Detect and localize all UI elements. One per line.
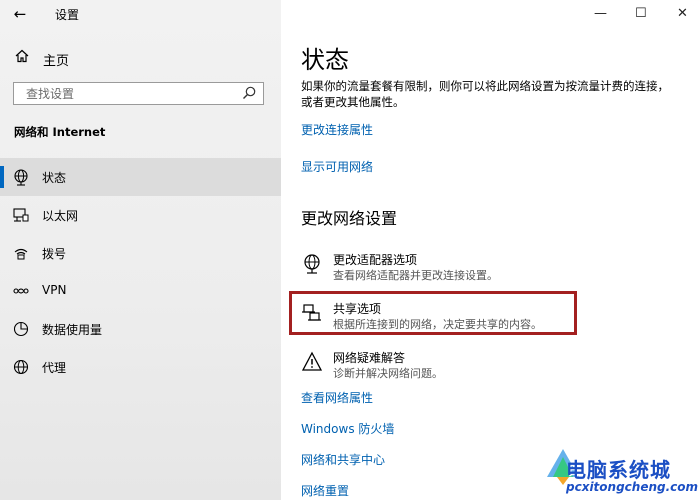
warning-icon xyxy=(301,351,323,371)
title-bar: ← 设置 xyxy=(0,0,281,28)
change-adapter-options[interactable]: 更改适配器选项 查看网络适配器并更改连接设置。 xyxy=(301,251,681,285)
sidebar-item-status[interactable]: 状态 xyxy=(0,158,281,196)
show-available-networks-link[interactable]: 显示可用网络 xyxy=(301,158,373,175)
network-troubleshooter[interactable]: 网络疑难解答 诊断并解决网络问题。 xyxy=(301,349,681,383)
back-arrow-icon: ← xyxy=(13,5,27,23)
windows-firewall-link[interactable]: Windows 防火墙 xyxy=(301,420,394,437)
sidebar-item-proxy[interactable]: 代理 xyxy=(0,348,281,386)
option-title: 更改适配器选项 xyxy=(333,253,418,267)
view-network-properties-link[interactable]: 查看网络属性 xyxy=(301,389,373,406)
sidebar-item-label: VPN xyxy=(42,283,67,297)
sidebar-item-label: 拨号 xyxy=(42,247,67,261)
back-button[interactable]: ← xyxy=(8,4,32,24)
change-connection-properties-link[interactable]: 更改连接属性 xyxy=(301,121,373,138)
proxy-globe-icon xyxy=(13,359,29,375)
minimize-button[interactable]: — xyxy=(594,6,607,21)
sidebar-nav: 状态 以太网 拨号 VPN 数据使用量 代理 xyxy=(0,158,281,386)
option-subtitle: 诊断并解决网络问题。 xyxy=(333,367,443,380)
ethernet-icon xyxy=(13,208,29,222)
globe-status-icon xyxy=(14,169,28,186)
option-title: 网络疑难解答 xyxy=(333,351,406,365)
page-title: 状态 xyxy=(301,46,349,74)
sidebar-item-vpn[interactable]: VPN xyxy=(0,272,281,310)
network-sharing-center-link[interactable]: 网络和共享中心 xyxy=(301,451,385,468)
data-usage-icon xyxy=(13,321,29,337)
highlight-box xyxy=(289,291,577,335)
sidebar-section-title: 网络和 Internet xyxy=(14,125,106,139)
search-input[interactable] xyxy=(24,86,238,102)
sidebar-item-label: 状态 xyxy=(42,171,67,185)
home-icon xyxy=(15,49,29,63)
sidebar: ← 设置 主页 网络和 Internet 状态 xyxy=(0,0,281,500)
home-label: 主页 xyxy=(43,54,70,69)
close-button[interactable]: ✕ xyxy=(677,6,688,21)
search-box[interactable] xyxy=(13,82,264,105)
app-title: 设置 xyxy=(55,8,80,22)
home-nav-item[interactable]: 主页 xyxy=(0,44,281,72)
sidebar-item-dialup[interactable]: 拨号 xyxy=(0,234,281,272)
sidebar-item-label: 数据使用量 xyxy=(42,323,103,337)
watermark-title: 电脑系统城 xyxy=(566,458,671,482)
section-heading: 更改网络设置 xyxy=(301,209,398,228)
sidebar-item-ethernet[interactable]: 以太网 xyxy=(0,196,281,234)
vpn-icon xyxy=(13,288,29,294)
sidebar-item-data-usage[interactable]: 数据使用量 xyxy=(0,310,281,348)
network-reset-link[interactable]: 网络重置 xyxy=(301,482,349,499)
sidebar-item-label: 代理 xyxy=(42,361,67,375)
sidebar-item-label: 以太网 xyxy=(42,209,79,223)
adapter-globe-icon xyxy=(304,254,320,274)
main-content: — ☐ ✕ 状态 如果你的流量套餐有限制，则你可以将此网络设置为按流量计费的连接… xyxy=(281,0,700,500)
dialup-icon xyxy=(14,248,28,260)
maximize-button[interactable]: ☐ xyxy=(635,6,647,21)
watermark-url: pcxitongcheng.com xyxy=(566,480,699,494)
option-subtitle: 查看网络适配器并更改连接设置。 xyxy=(333,269,498,282)
search-icon[interactable] xyxy=(241,85,257,101)
page-description: 如果你的流量套餐有限制，则你可以将此网络设置为按流量计费的连接，或者更改其他属性… xyxy=(301,79,669,109)
